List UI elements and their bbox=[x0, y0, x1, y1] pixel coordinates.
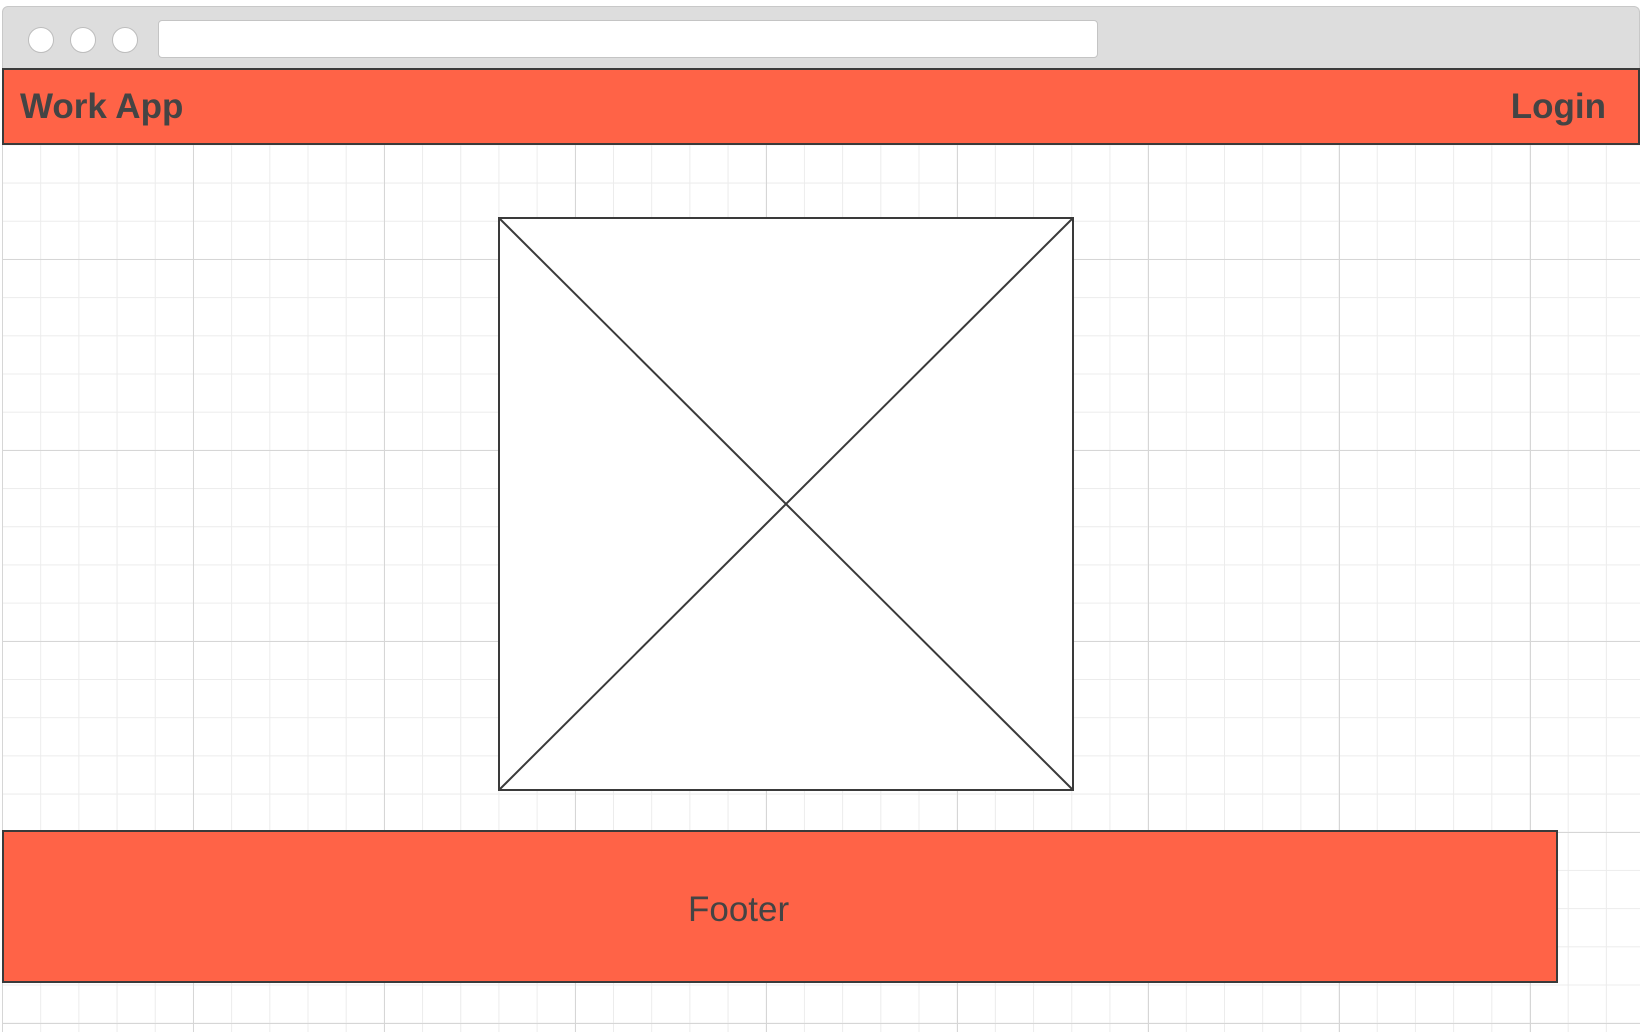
window-maximize-button[interactable] bbox=[112, 27, 138, 53]
browser-window: Work App Login Footer bbox=[2, 6, 1640, 1032]
page-viewport: Work App Login Footer bbox=[2, 68, 1640, 1032]
image-placeholder-icon bbox=[498, 217, 1074, 791]
top-navbar: Work App Login bbox=[2, 68, 1640, 145]
address-bar[interactable] bbox=[158, 20, 1098, 58]
window-close-button[interactable] bbox=[28, 27, 54, 53]
footer-text: Footer bbox=[688, 890, 790, 929]
app-brand[interactable]: Work App bbox=[20, 87, 183, 127]
browser-titlebar bbox=[2, 6, 1640, 68]
login-link[interactable]: Login bbox=[1511, 87, 1606, 127]
window-minimize-button[interactable] bbox=[70, 27, 96, 53]
page-footer: Footer bbox=[2, 830, 1558, 983]
